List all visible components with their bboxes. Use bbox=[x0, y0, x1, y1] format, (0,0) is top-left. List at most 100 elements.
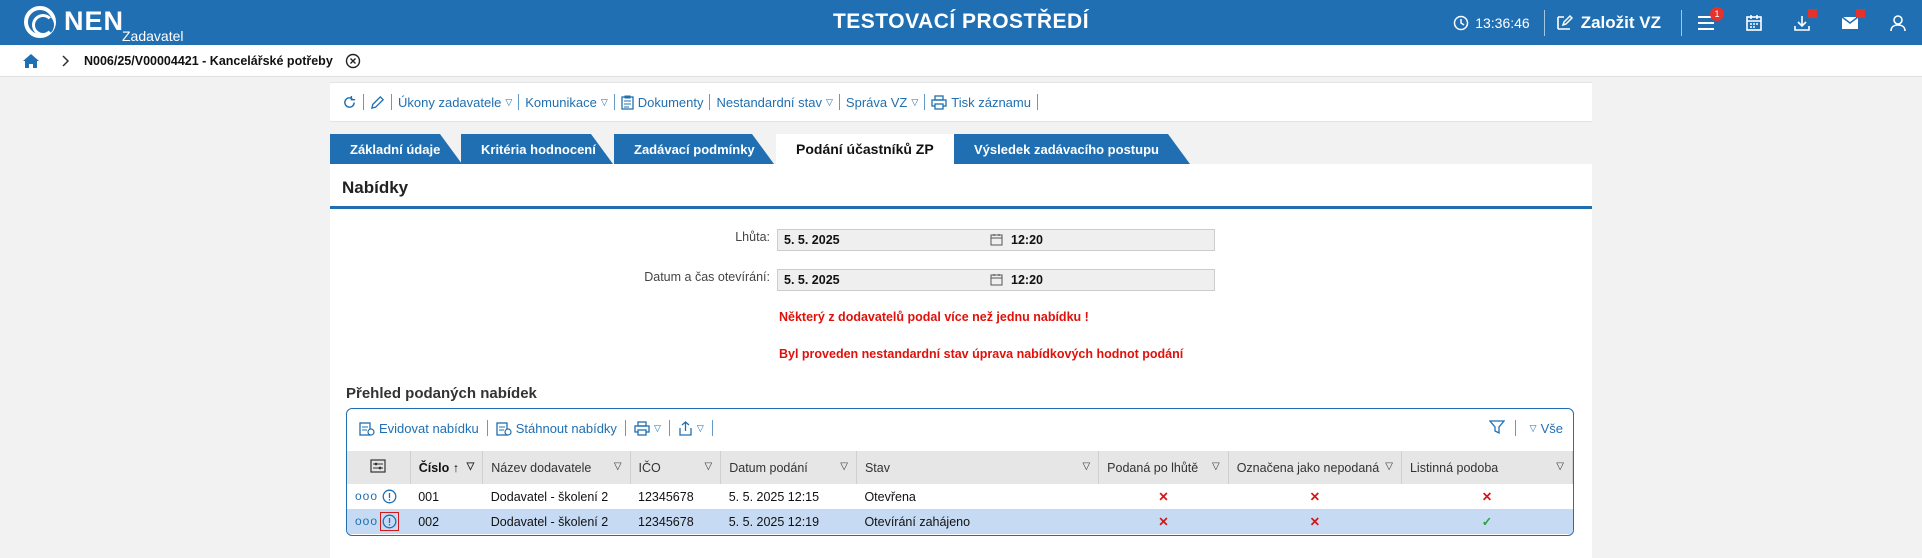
create-vz-button[interactable]: Založit VZ bbox=[1545, 13, 1681, 33]
dokumenty-button[interactable]: Dokumenty bbox=[615, 95, 710, 110]
stahnout-nabidky-button[interactable]: Stáhnout nabídky bbox=[492, 420, 621, 436]
edit-button[interactable] bbox=[364, 95, 391, 110]
menu-badge: 1 bbox=[1710, 7, 1724, 21]
column-header-listinna[interactable]: Listinná podoba ▽ bbox=[1401, 451, 1573, 484]
column-header-cislo[interactable]: Číslo ↑ ▽ bbox=[410, 451, 484, 484]
column-header-nepodana[interactable]: Označena jako nepodaná ▽ bbox=[1228, 451, 1402, 484]
tab-zadavaci-podminky[interactable]: Zadávací podmínky bbox=[614, 134, 774, 164]
register-offer-icon bbox=[359, 422, 375, 436]
column-filter-icon[interactable]: ▽ bbox=[1385, 461, 1393, 472]
nestandardni-label: Nestandardní stav bbox=[716, 94, 822, 110]
column-filter-icon[interactable]: ▽ bbox=[614, 461, 622, 472]
header-label: Označena jako nepodaná bbox=[1236, 460, 1380, 475]
column-filter-icon[interactable]: ▽ bbox=[840, 461, 848, 472]
column-filter-icon[interactable]: ▽ bbox=[1082, 461, 1090, 472]
dropdown-triangle-icon: ▽ bbox=[653, 422, 661, 433]
info-icon[interactable] bbox=[382, 489, 397, 504]
sort-asc-icon: ↑ bbox=[452, 460, 460, 475]
dropdown-triangle-icon: ▽ bbox=[600, 96, 608, 107]
tab-label: Podání účastníků ZP bbox=[796, 141, 934, 157]
row-actions-icon[interactable]: ooo bbox=[355, 514, 378, 528]
column-filter-icon[interactable]: ▽ bbox=[705, 461, 713, 472]
calendar-icon bbox=[990, 274, 1003, 286]
dropdown-triangle-icon: ▽ bbox=[911, 96, 919, 107]
ukony-zadavatele-menu[interactable]: Úkony zadavatele ▽ bbox=[392, 95, 518, 110]
chevron-right-icon bbox=[62, 54, 70, 67]
downloads-button[interactable] bbox=[1778, 0, 1826, 45]
tab-kriteria-hodnoceni[interactable]: Kritéria hodnocení bbox=[461, 134, 613, 164]
column-filter-icon[interactable]: ▽ bbox=[1556, 461, 1564, 472]
tisk-zaznamu-button[interactable]: Tisk záznamu bbox=[925, 95, 1037, 110]
table-row[interactable]: ooo 002 Dodavatel - školení 2 12345678 5… bbox=[347, 509, 1573, 534]
filter-button[interactable] bbox=[1488, 419, 1506, 438]
table-header-row: Číslo ↑ ▽ Název dodavatele ▽ IČO ▽ Datum po… bbox=[347, 451, 1573, 484]
downloads-indicator bbox=[1808, 9, 1817, 18]
edit-icon bbox=[1556, 14, 1573, 30]
top-bar: NEN Zadavatel TESTOVACÍ PROSTŘEDÍ 13:36:… bbox=[0, 0, 1922, 45]
tab-zakladni-udaje[interactable]: Základní údaje bbox=[330, 134, 462, 164]
grid-print-menu[interactable]: ▽ bbox=[630, 420, 665, 436]
calendar-button[interactable] bbox=[1730, 0, 1778, 45]
header-label: Podaná po lhůtě bbox=[1107, 460, 1199, 475]
cell-ico: 12345678 bbox=[630, 509, 721, 534]
dropdown-triangle-icon: ▽ bbox=[505, 96, 513, 107]
header-label: IČO bbox=[638, 460, 661, 475]
column-settings-header[interactable] bbox=[347, 451, 411, 484]
cross-icon: ✕ bbox=[1309, 490, 1321, 504]
messages-button[interactable] bbox=[1826, 0, 1874, 45]
brand-name[interactable]: NEN bbox=[64, 6, 124, 37]
home-icon[interactable] bbox=[22, 53, 40, 69]
lhuta-label: Lhůta: bbox=[735, 230, 770, 244]
komunikace-label: Komunikace bbox=[525, 94, 597, 110]
header-label: Stav bbox=[864, 460, 890, 475]
info-icon[interactable] bbox=[379, 511, 399, 530]
breadcrumb: N006/25/V00004421 - Kancelářské potřeby bbox=[0, 45, 1922, 77]
nestandardni-stav-menu[interactable]: Nestandardní stav ▽ bbox=[710, 95, 838, 110]
offers-table: Číslo ↑ ▽ Název dodavatele ▽ IČO ▽ Datum po… bbox=[347, 451, 1573, 534]
cell-datum: 5. 5. 2025 12:15 bbox=[728, 489, 820, 504]
tab-vysledek[interactable]: Výsledek zadávacího postupu bbox=[954, 134, 1190, 164]
dropdown-triangle-icon: ▽ bbox=[1529, 422, 1537, 433]
evidovat-nabidku-button[interactable]: Evidovat nabídku bbox=[355, 420, 483, 436]
cell-ico: 12345678 bbox=[638, 489, 694, 504]
session-clock: 13:36:46 bbox=[1453, 15, 1544, 31]
tab-podani-ucastniku[interactable]: Podání účastníků ZP bbox=[776, 134, 958, 164]
refresh-button[interactable] bbox=[336, 95, 363, 110]
export-icon bbox=[679, 420, 692, 436]
column-header-nazev[interactable]: Název dodavatele ▽ bbox=[482, 451, 631, 484]
cell-stav: Otevírání zahájeno bbox=[856, 509, 1099, 534]
filter-all-dropdown[interactable]: ▽ Vše bbox=[1526, 421, 1567, 436]
cross-icon: ✕ bbox=[1098, 509, 1229, 534]
menu-button[interactable]: 1 bbox=[1682, 0, 1730, 45]
column-header-datum[interactable]: Datum podání ▽ bbox=[720, 451, 857, 484]
download-offers-icon bbox=[496, 422, 512, 436]
clock-icon bbox=[1453, 15, 1469, 30]
komunikace-menu[interactable]: Komunikace ▽ bbox=[519, 95, 613, 110]
nen-logo-icon[interactable] bbox=[24, 6, 56, 38]
user-icon bbox=[1890, 14, 1906, 31]
panel-title: Nabídky bbox=[342, 178, 409, 197]
row-actions-icon[interactable]: ooo bbox=[355, 489, 378, 503]
offers-panel: Nabídky Lhůta: 5. 5. 2025 12:20 Datum a … bbox=[330, 164, 1592, 558]
tab-label: Základní údaje bbox=[350, 141, 441, 157]
column-filter-icon[interactable]: ▽ bbox=[467, 461, 475, 472]
column-filter-icon[interactable]: ▽ bbox=[1212, 461, 1220, 472]
close-circle-icon[interactable] bbox=[345, 53, 361, 69]
column-header-stav[interactable]: Stav ▽ bbox=[856, 451, 1100, 484]
cross-icon: ✕ bbox=[1481, 490, 1493, 504]
printer-icon bbox=[931, 94, 947, 110]
create-vz-label: Založit VZ bbox=[1580, 12, 1661, 32]
table-row[interactable]: ooo 001 Dodavatel - školení 2 12345678 5… bbox=[347, 484, 1573, 509]
column-header-po-lhute[interactable]: Podaná po lhůtě ▽ bbox=[1098, 451, 1229, 484]
filter-icon bbox=[1488, 419, 1506, 434]
cross-icon: ✕ bbox=[1158, 490, 1169, 504]
action-toolbar: Úkony zadavatele ▽ Komunikace ▽ Dokumenty … bbox=[330, 82, 1592, 122]
brand-role: Zadavatel bbox=[122, 28, 184, 44]
column-header-ico[interactable]: IČO ▽ bbox=[630, 451, 722, 484]
lhuta-date: 5. 5. 2025 bbox=[784, 233, 840, 247]
evidovat-label: Evidovat nabídku bbox=[379, 420, 479, 436]
user-button[interactable] bbox=[1874, 0, 1922, 45]
printer-icon bbox=[634, 420, 650, 436]
grid-export-menu[interactable]: ▽ bbox=[674, 420, 708, 436]
sprava-vz-menu[interactable]: Správa VZ ▽ bbox=[840, 95, 924, 110]
